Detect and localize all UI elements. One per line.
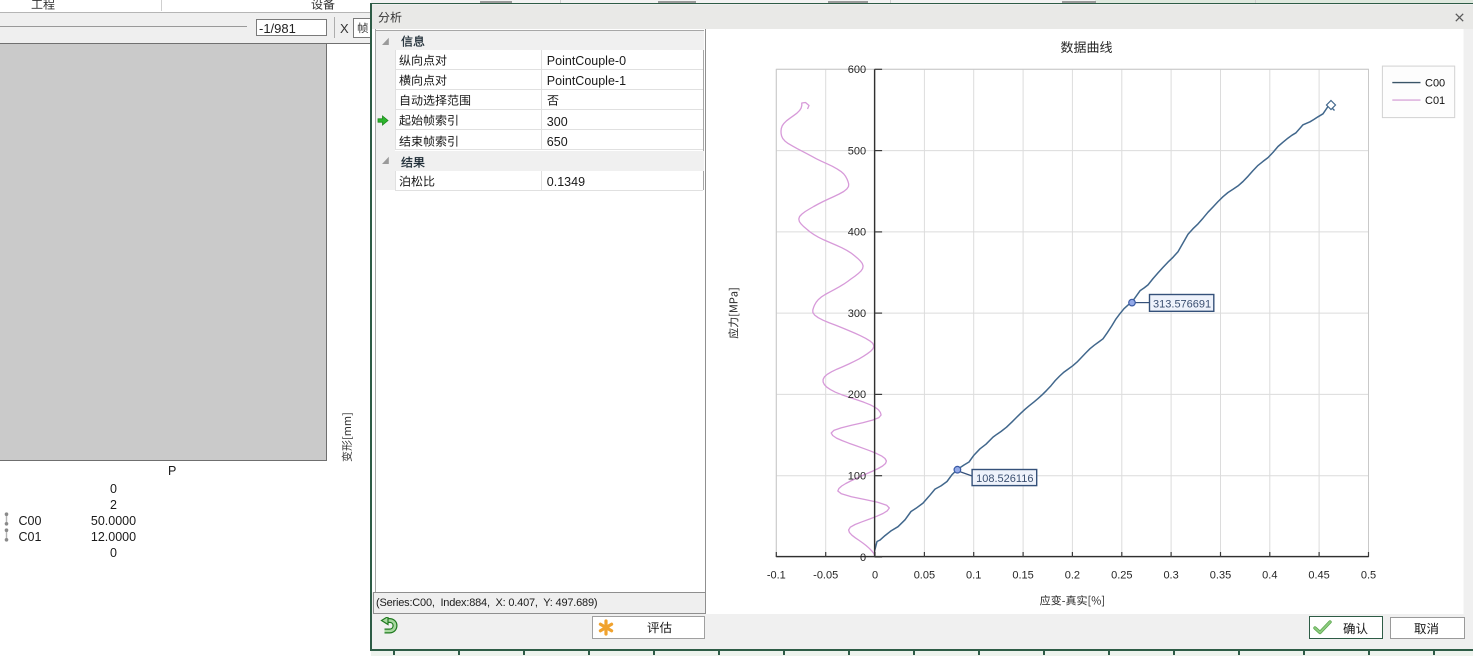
svg-text:0.1: 0.1 xyxy=(966,570,981,582)
svg-text:300: 300 xyxy=(848,308,866,320)
svg-text:C00: C00 xyxy=(1425,77,1445,89)
svg-text:0.35: 0.35 xyxy=(1210,570,1231,582)
svg-text:0: 0 xyxy=(860,552,866,564)
svg-text:100: 100 xyxy=(848,471,866,483)
svg-text:0.5: 0.5 xyxy=(1361,570,1376,582)
svg-text:108.526116: 108.526116 xyxy=(976,473,1033,485)
svg-text:-0.1: -0.1 xyxy=(767,570,786,582)
svg-text:0.3: 0.3 xyxy=(1163,570,1178,582)
svg-text:313.576691: 313.576691 xyxy=(1153,298,1211,310)
svg-text:0.4: 0.4 xyxy=(1262,570,1277,582)
svg-text:0.15: 0.15 xyxy=(1012,570,1033,582)
svg-text:400: 400 xyxy=(848,227,866,239)
svg-text:C01: C01 xyxy=(1425,95,1445,107)
svg-text:200: 200 xyxy=(848,389,866,401)
svg-text:0: 0 xyxy=(872,570,878,582)
svg-text:0.2: 0.2 xyxy=(1065,570,1080,582)
svg-text:500: 500 xyxy=(848,145,866,157)
svg-text:0.05: 0.05 xyxy=(914,570,935,582)
svg-text:0.25: 0.25 xyxy=(1111,570,1132,582)
svg-text:-0.05: -0.05 xyxy=(813,570,838,582)
svg-text:600: 600 xyxy=(848,64,866,76)
svg-text:0.45: 0.45 xyxy=(1308,570,1329,582)
